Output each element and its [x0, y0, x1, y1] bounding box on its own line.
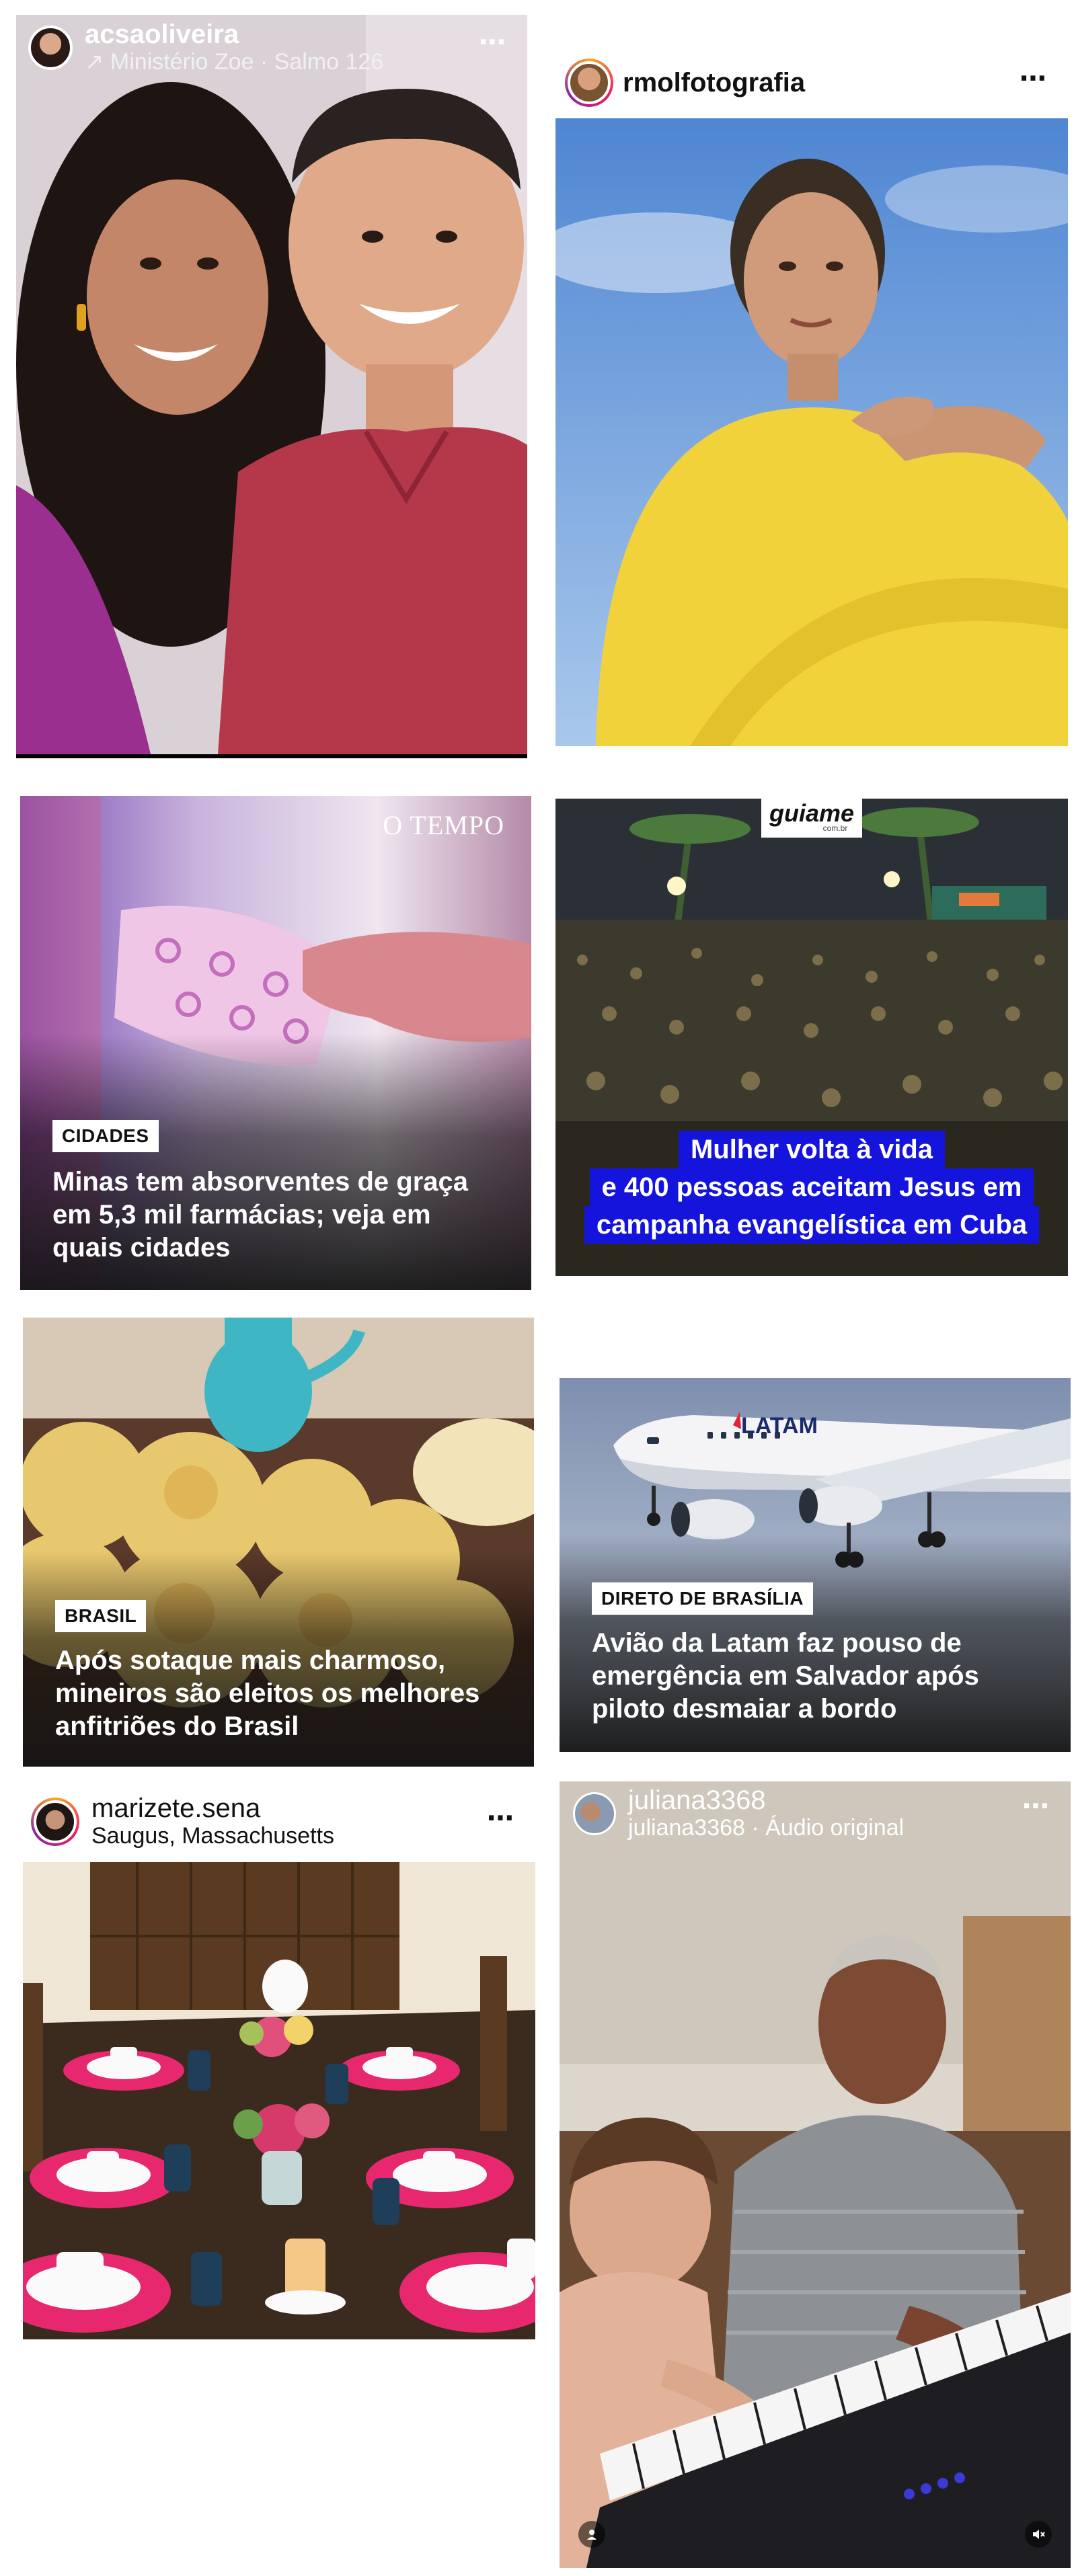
- username[interactable]: marizete.sena: [91, 1794, 334, 1823]
- audio-subtitle[interactable]: ↗ Ministério Zoe · Salmo 126: [85, 49, 383, 75]
- post-header: acsaoliveira ↗ Ministério Zoe · Salmo 12…: [16, 19, 527, 75]
- post-header: marizete.sena Saugus, Massachusetts ⋯: [23, 1788, 535, 1855]
- story-ring[interactable]: [31, 1798, 79, 1846]
- muted-speaker-icon[interactable]: [1025, 2521, 1052, 2548]
- post-rmolfotografia[interactable]: rmolfotografia ⋯: [555, 54, 1068, 746]
- post-news-latam[interactable]: LATAM DIRETO DE BRASÍLIA Avião da Latam …: [560, 1378, 1071, 1752]
- news-headline[interactable]: Minas tem absorventes de graça em 5,3 mi…: [52, 1166, 499, 1264]
- post-photo-table-setting[interactable]: [23, 1862, 535, 2339]
- caption-line-2: e 400 pessoas aceitam Jesus em: [589, 1168, 1034, 1206]
- post-marizete-sena[interactable]: marizete.sena Saugus, Massachusetts ⋯: [23, 1788, 535, 2339]
- post-header: rmolfotografia ⋯: [555, 54, 1068, 112]
- avatar[interactable]: [34, 1800, 77, 1843]
- grandfather-child-piano-image: [560, 1781, 1071, 2568]
- story-ring[interactable]: [565, 58, 613, 107]
- audio-subtitle[interactable]: juliana3368 · Áudio original: [628, 1815, 904, 1841]
- news-headline[interactable]: Após sotaque mais charmoso, mineiros são…: [55, 1644, 502, 1742]
- category-tag: BRASIL: [55, 1600, 147, 1632]
- caption-line-1: Mulher volta à vida: [678, 1131, 946, 1168]
- location[interactable]: Saugus, Massachusetts: [91, 1823, 334, 1849]
- airline-logo-text: LATAM: [741, 1413, 818, 1439]
- reel-video-piano[interactable]: [560, 1781, 1071, 2568]
- post-news-anfitrioes[interactable]: BRASIL Após sotaque mais charmoso, minei…: [23, 1318, 534, 1767]
- username[interactable]: rmolfotografia: [623, 68, 805, 97]
- post-photo-woman-yellow-dress[interactable]: [555, 118, 1068, 746]
- caption-line-3: campanha evangelística em Cuba: [584, 1206, 1040, 1244]
- post-juliana3368-reel[interactable]: juliana3368 juliana3368 · Áudio original…: [560, 1781, 1071, 2568]
- brand-logo-guiame: guiame com.br: [761, 799, 862, 838]
- avatar[interactable]: [568, 61, 611, 104]
- post-acsaoliveira[interactable]: acsaoliveira ↗ Ministério Zoe · Salmo 12…: [16, 15, 527, 758]
- post-header: juliana3368 juliana3368 · Áudio original…: [560, 1785, 1071, 1841]
- category-tag: CIDADES: [52, 1120, 159, 1152]
- avatar[interactable]: [573, 1792, 616, 1835]
- category-tag: DIRETO DE BRASÍLIA: [592, 1582, 813, 1615]
- post-news-absorventes[interactable]: O TEMPO CIDADES Minas tem absorventes de…: [20, 796, 531, 1290]
- woman-sky-image: [555, 118, 1068, 746]
- username[interactable]: acsaoliveira: [85, 19, 383, 49]
- more-horizontal-icon[interactable]: ⋯: [487, 1803, 515, 1834]
- news-headline[interactable]: Avião da Latam faz pouso de emergência e…: [592, 1627, 1038, 1725]
- couple-selfie-image: [16, 15, 527, 754]
- table-setting-image: [23, 1862, 535, 2339]
- brand-logo-otempo: O TEMPO: [383, 810, 504, 840]
- avatar[interactable]: [28, 26, 73, 70]
- user-icon[interactable]: [578, 2521, 605, 2548]
- more-horizontal-icon[interactable]: ⋯: [1022, 1791, 1050, 1822]
- post-photo-couple[interactable]: [16, 15, 527, 754]
- video-caption: Mulher volta à vida e 400 pessoas aceita…: [555, 1131, 1068, 1244]
- more-horizontal-icon[interactable]: ⋯: [479, 27, 507, 58]
- post-news-guiame[interactable]: guiame com.br Mulher volta à vida e 400 …: [555, 799, 1068, 1276]
- more-horizontal-icon[interactable]: ⋯: [1020, 63, 1048, 94]
- username[interactable]: juliana3368: [628, 1785, 904, 1815]
